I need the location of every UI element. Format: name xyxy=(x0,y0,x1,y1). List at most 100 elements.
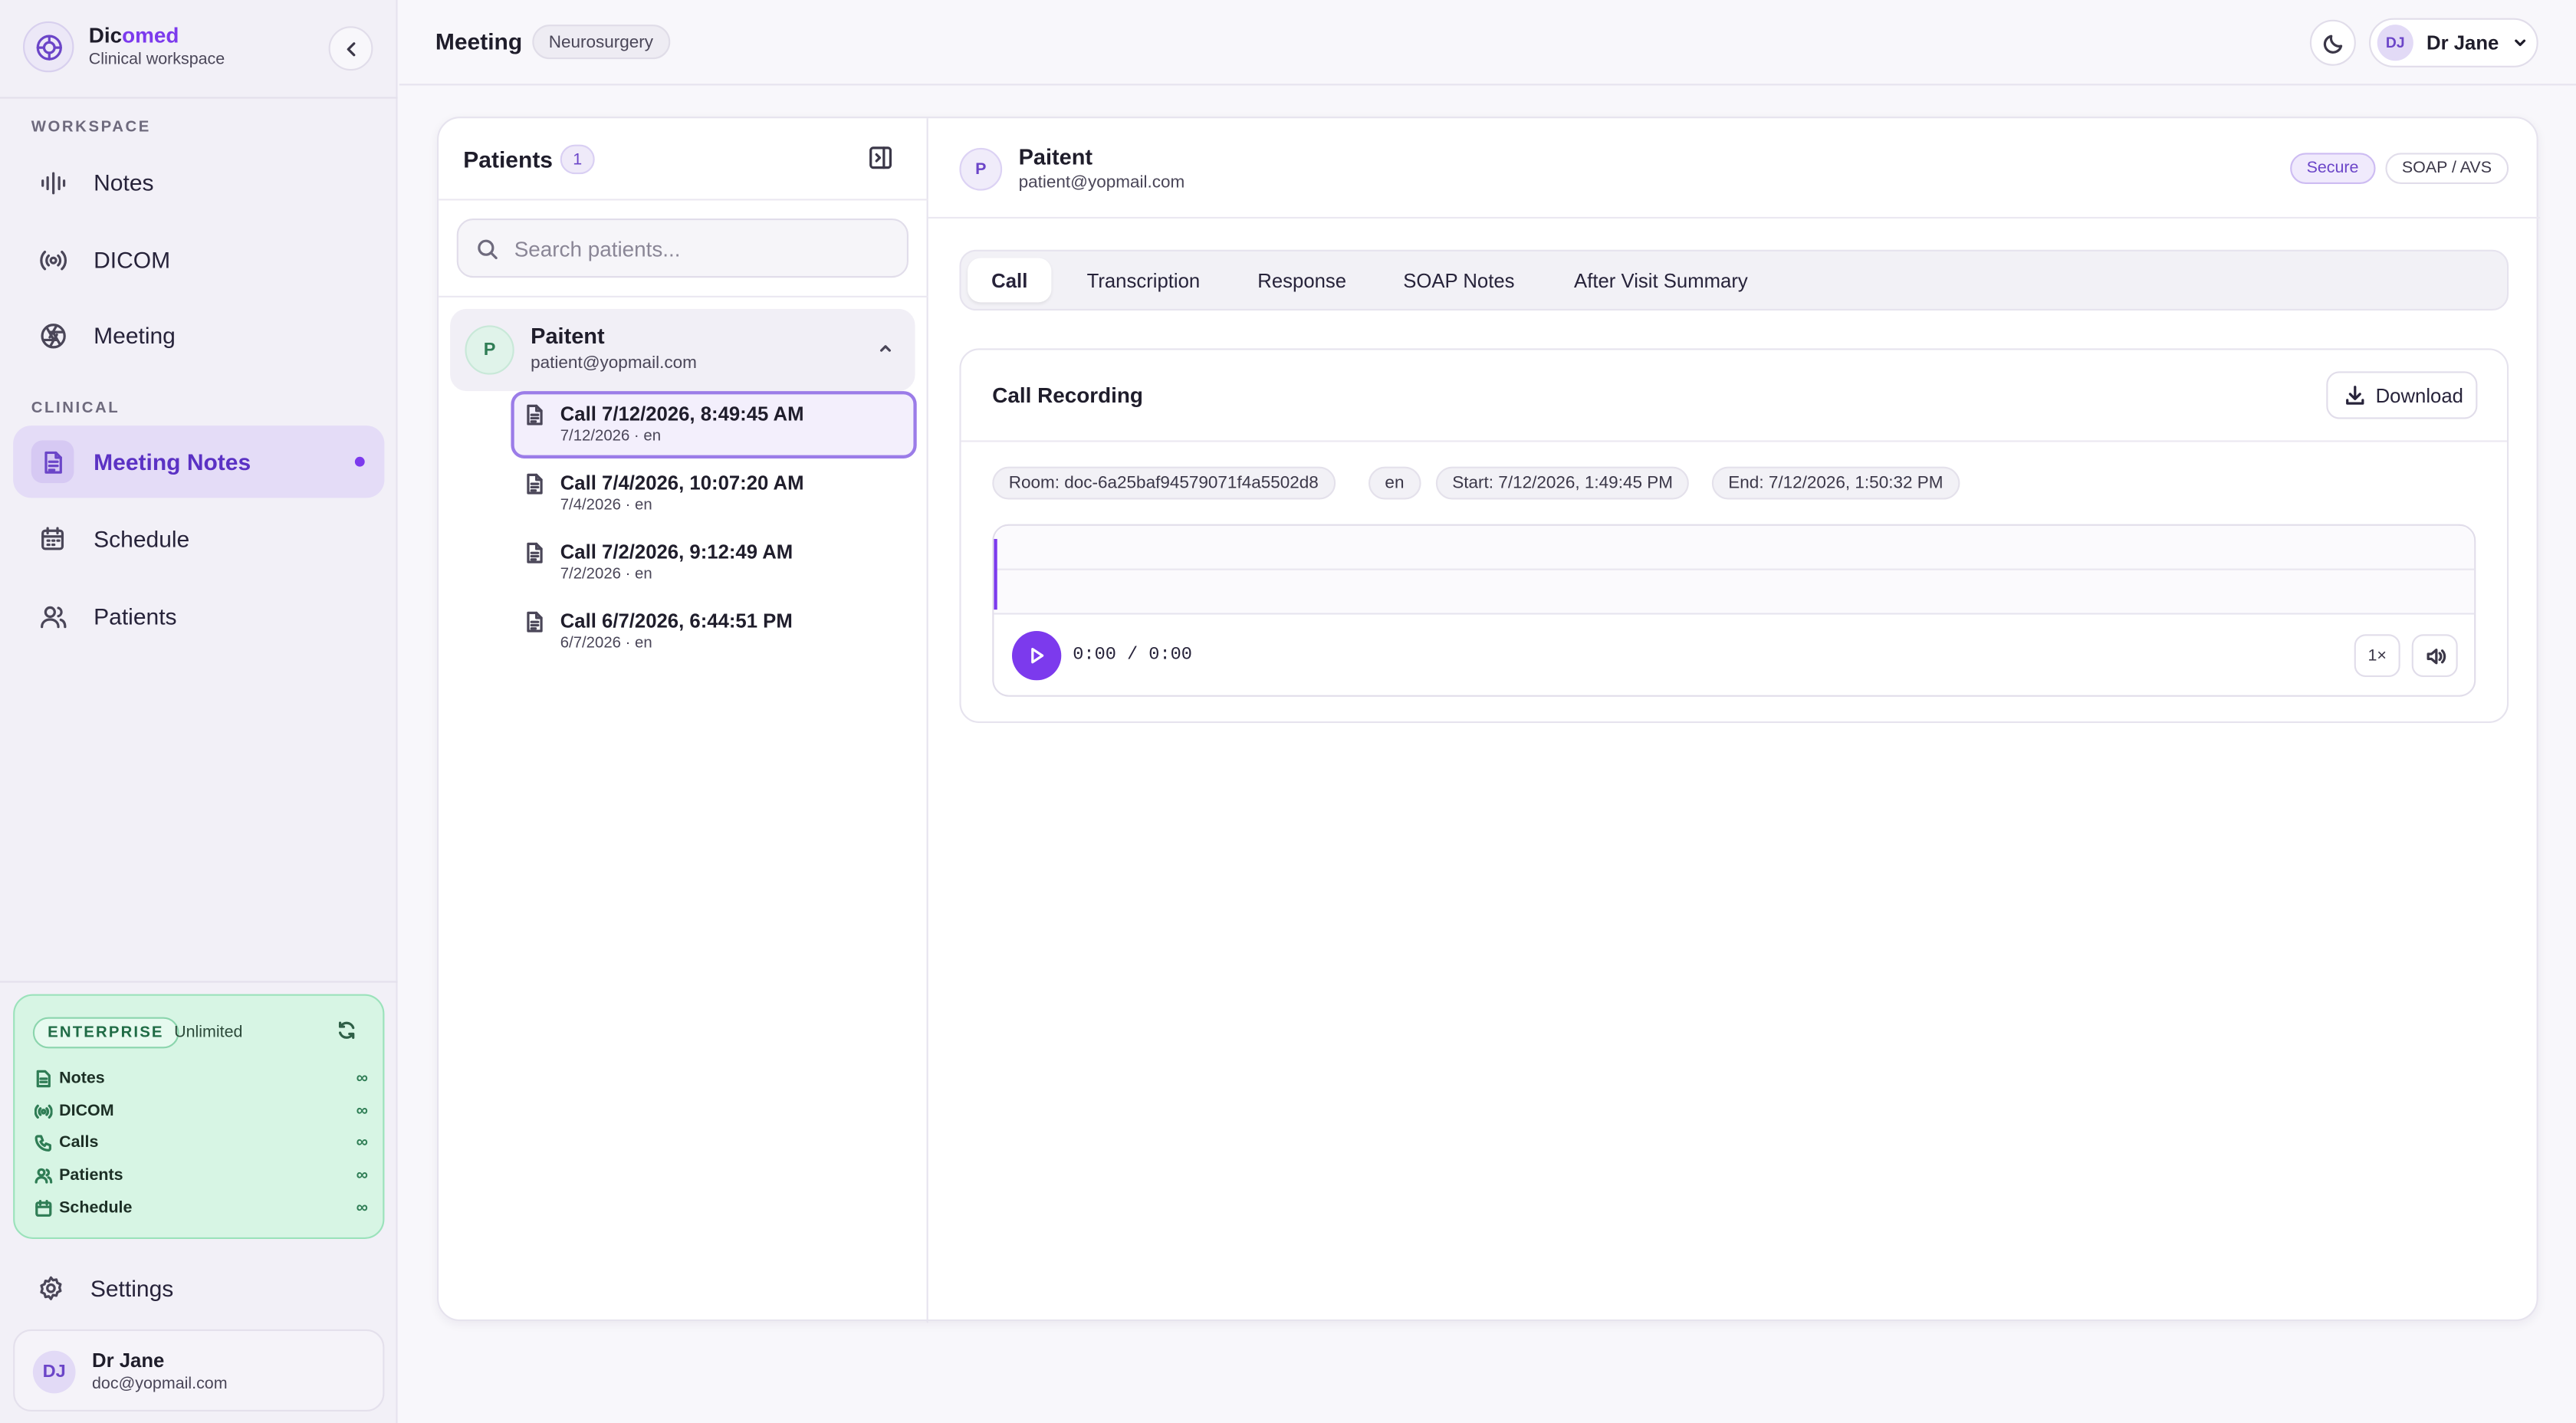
settings-button[interactable]: Settings xyxy=(13,1255,384,1321)
nav-label: Meeting xyxy=(94,322,176,349)
plan-row-notes: Notes ∞ xyxy=(34,1065,368,1091)
plan-row-schedule: Schedule ∞ xyxy=(34,1195,368,1221)
download-label: Download xyxy=(2375,383,2463,407)
infinity-icon: ∞ xyxy=(356,1069,368,1087)
patients-panel: Patients 1 P Paitent patient@yopmail.com… xyxy=(439,118,928,1323)
play-icon xyxy=(1031,647,1044,664)
brand[interactable]: Dicomed Clinical workspace xyxy=(23,21,225,73)
tab-after-visit-summary[interactable]: After Visit Summary xyxy=(1552,258,1769,302)
plan-badge: ENTERPRISE xyxy=(32,1017,179,1049)
avatar: DJ xyxy=(2377,25,2413,61)
user-menu-button[interactable]: DJ Dr Jane xyxy=(2369,18,2538,67)
download-button[interactable]: Download xyxy=(2326,371,2478,419)
phone-icon xyxy=(34,1134,51,1151)
call-meta: 7/2/2026 · en xyxy=(560,565,652,583)
time-display: 0:00 / 0:00 xyxy=(1073,646,1192,665)
infinity-icon: ∞ xyxy=(356,1165,368,1185)
nav-label: Notes xyxy=(94,169,154,196)
refresh-icon[interactable] xyxy=(337,1020,356,1040)
panel-collapse-icon xyxy=(869,146,892,169)
document-icon xyxy=(31,440,74,484)
logo-icon xyxy=(23,21,74,73)
app-subtitle: Clinical workspace xyxy=(88,51,225,70)
call-meta: 6/7/2026 · en xyxy=(560,634,652,652)
page-title: Meeting xyxy=(435,28,523,54)
toggle-panel-button[interactable] xyxy=(867,145,893,171)
main-card: Patients 1 P Paitent patient@yopmail.com… xyxy=(437,117,2540,1323)
plan-row-calls: Calls ∞ xyxy=(34,1129,368,1155)
calendar-icon xyxy=(35,1198,52,1216)
card-title: Call Recording xyxy=(992,383,1143,408)
playhead[interactable] xyxy=(994,538,997,610)
nav-item-schedule[interactable]: Schedule xyxy=(13,503,384,575)
divider xyxy=(0,981,398,983)
document-icon xyxy=(527,473,543,495)
download-icon xyxy=(2346,386,2364,405)
format-badge: SOAP / AVS xyxy=(2385,153,2509,185)
document-icon xyxy=(527,542,543,564)
playback-speed-button[interactable]: 1× xyxy=(2354,634,2400,677)
topbar: Meeting Neurosurgery DJ Dr Jane xyxy=(399,0,2576,86)
document-icon xyxy=(527,611,543,633)
nav-item-meeting-notes[interactable]: Meeting Notes xyxy=(13,426,385,498)
play-button[interactable] xyxy=(1012,630,1062,681)
call-meta: 7/4/2026 · en xyxy=(560,496,652,514)
waveform[interactable] xyxy=(994,525,2475,615)
section-label-clinical: CLINICAL xyxy=(31,399,120,418)
call-title: Call 7/12/2026, 8:49:45 AM xyxy=(560,403,804,426)
nav-item-notes[interactable]: Notes xyxy=(13,146,384,219)
aperture-icon xyxy=(38,320,67,350)
divider xyxy=(961,440,2507,442)
active-indicator-dot xyxy=(354,456,365,467)
document-icon xyxy=(527,404,543,426)
patient-row[interactable]: P Paitent patient@yopmail.com xyxy=(450,308,915,392)
tab-soap-notes[interactable]: SOAP Notes xyxy=(1387,258,1532,302)
secure-badge: Secure xyxy=(2290,153,2375,185)
patient-email: patient@yopmail.com xyxy=(531,353,697,373)
infinity-icon: ∞ xyxy=(356,1198,368,1218)
plan-card: ENTERPRISE Unlimited Notes ∞ DICOM ∞ Calls… xyxy=(13,994,385,1239)
nav-label: Meeting Notes xyxy=(94,449,251,475)
patient-email: patient@yopmail.com xyxy=(1018,173,1185,192)
volume-button[interactable] xyxy=(2411,634,2458,677)
broadcast-icon xyxy=(38,245,67,274)
search-box[interactable] xyxy=(456,219,909,278)
plan-row-dicom: DICOM ∞ xyxy=(34,1098,368,1124)
call-item[interactable]: Call 7/2/2026, 9:12:49 AM 7/2/2026 · en xyxy=(511,529,916,596)
room-chip: Room: doc-6a25baf94579071f4a5502d8 xyxy=(992,466,1336,500)
nav-item-dicom[interactable]: DICOM xyxy=(13,223,384,295)
call-item[interactable]: Call 7/12/2026, 8:49:45 AM 7/12/2026 · en xyxy=(511,391,917,458)
search-icon xyxy=(478,238,498,259)
tab-bar: Call Transcription Response SOAP Notes A… xyxy=(959,249,2509,311)
tab-response[interactable]: Response xyxy=(1244,258,1360,302)
broadcast-icon xyxy=(34,1103,53,1118)
gear-icon xyxy=(38,1275,64,1301)
language-chip: en xyxy=(1368,466,1421,500)
nav-label: Patients xyxy=(94,603,177,629)
chevron-left-icon xyxy=(346,41,355,56)
call-item[interactable]: Call 7/4/2026, 10:07:20 AM 7/4/2026 · en xyxy=(511,460,916,527)
app-name: Dicomed xyxy=(88,23,179,48)
theme-toggle-button[interactable] xyxy=(2309,19,2356,66)
chevron-down-icon xyxy=(2515,39,2526,47)
end-time-chip: End: 7/12/2026, 1:50:32 PM xyxy=(1711,466,1960,500)
tab-call[interactable]: Call xyxy=(968,258,1052,303)
nav-label: Schedule xyxy=(94,525,190,553)
chevron-up-icon[interactable] xyxy=(877,340,893,357)
collapse-sidebar-button[interactable] xyxy=(328,26,373,71)
patient-avatar: P xyxy=(465,325,514,375)
tab-transcription[interactable]: Transcription xyxy=(1066,258,1221,302)
plan-row-patients: Patients ∞ xyxy=(34,1162,368,1188)
patients-panel-header: Patients 1 xyxy=(439,118,928,201)
search-input[interactable] xyxy=(514,235,876,261)
call-item[interactable]: Call 6/7/2026, 6:44:51 PM 6/7/2026 · en xyxy=(511,598,916,665)
divider xyxy=(439,295,928,297)
nav-item-meeting[interactable]: Meeting xyxy=(13,299,384,371)
patients-title: Patients xyxy=(463,146,554,173)
users-icon xyxy=(38,601,67,631)
call-title: Call 6/7/2026, 6:44:51 PM xyxy=(560,610,793,633)
patient-name: Paitent xyxy=(1018,144,1093,169)
nav-item-patients[interactable]: Patients xyxy=(13,580,384,652)
user-profile-card[interactable]: DJ Dr Jane doc@yopmail.com xyxy=(13,1329,385,1411)
user-email: doc@yopmail.com xyxy=(92,1375,228,1394)
